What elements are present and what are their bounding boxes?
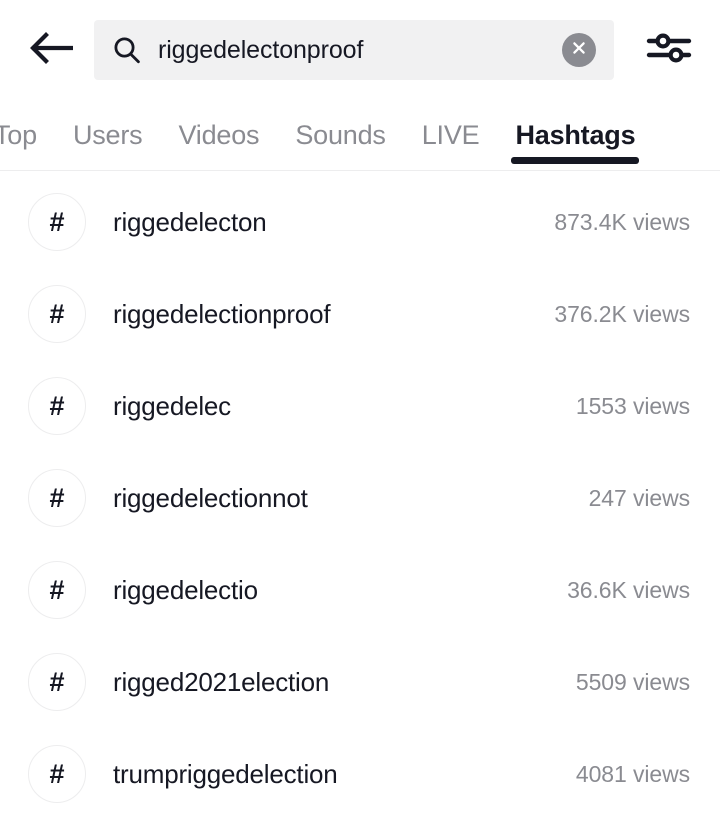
hashtag-icon: #: [28, 285, 86, 343]
tab-sounds[interactable]: Sounds: [277, 100, 403, 171]
hashtag-views: 4081 views: [575, 760, 690, 787]
filter-sliders-icon: [646, 30, 692, 71]
hashtag-views: 36.6K views: [567, 576, 690, 603]
hashtag-results-list: # riggedelecton 873.4K views # riggedele…: [0, 176, 720, 821]
tab-label: Hashtags: [515, 120, 636, 150]
hashtag-views: 5509 views: [575, 668, 690, 695]
clear-search-button[interactable]: [562, 33, 596, 67]
hashtag-views: 873.4K views: [554, 208, 690, 235]
tab-users[interactable]: Users: [55, 100, 161, 171]
hashtag-views: 1553 views: [575, 392, 690, 419]
table-row[interactable]: # trumpriggedelection 4081 views: [0, 728, 720, 820]
hashtag-name: riggedelecton: [113, 206, 267, 237]
tab-videos[interactable]: Videos: [160, 100, 277, 171]
hashtag-icon: #: [28, 561, 86, 619]
tab-label: Users: [72, 120, 143, 150]
back-arrow-icon: [29, 31, 74, 70]
hashtag-icon: #: [28, 745, 86, 803]
tabs-divider: [0, 170, 720, 171]
hashtag-icon: #: [28, 653, 86, 711]
search-results-screen: riggedelectonproof T: [0, 0, 720, 821]
back-button[interactable]: [20, 25, 82, 75]
tab-label: Top: [0, 120, 37, 150]
hashtag-name: trumpriggedelection: [113, 758, 338, 789]
filter-button[interactable]: [638, 25, 700, 75]
table-row[interactable]: # riggedelectionproof 376.2K views: [0, 268, 720, 360]
active-tab-indicator: [511, 157, 640, 164]
tab-top[interactable]: Top: [0, 100, 55, 171]
search-input[interactable]: riggedelectonproof: [158, 38, 562, 63]
close-circle-icon: [570, 39, 588, 62]
tab-label: Videos: [178, 120, 260, 150]
search-bar[interactable]: riggedelectonproof: [94, 20, 614, 80]
table-row[interactable]: # riggedelectionnot 247 views: [0, 452, 720, 544]
search-tabs: Top Users Videos Sounds LIVE Hashtags: [0, 100, 720, 171]
hashtag-name: riggedelec: [113, 390, 231, 421]
search-icon: [112, 35, 142, 65]
hashtag-name: riggedelectionproof: [113, 298, 331, 329]
hashtag-name: rigged2021election: [113, 666, 330, 697]
tab-hashtags[interactable]: Hashtags: [497, 100, 653, 171]
tab-label: Sounds: [295, 120, 386, 150]
hashtag-icon: #: [28, 469, 86, 527]
table-row[interactable]: # riggedelecton 873.4K views: [0, 176, 720, 268]
table-row[interactable]: # rigged2021election 5509 views: [0, 636, 720, 728]
hashtag-icon: #: [28, 193, 86, 251]
hashtag-icon: #: [28, 377, 86, 435]
search-header: riggedelectonproof: [0, 0, 720, 100]
tab-label: LIVE: [421, 120, 480, 150]
hashtag-views: 376.2K views: [554, 300, 690, 327]
hashtag-name: riggedelectionnot: [113, 482, 308, 513]
hashtag-views: 247 views: [588, 484, 690, 511]
table-row[interactable]: # riggedelectio 36.6K views: [0, 544, 720, 636]
table-row[interactable]: # riggedelec 1553 views: [0, 360, 720, 452]
hashtag-name: riggedelectio: [113, 574, 258, 605]
tab-live[interactable]: LIVE: [404, 100, 498, 171]
